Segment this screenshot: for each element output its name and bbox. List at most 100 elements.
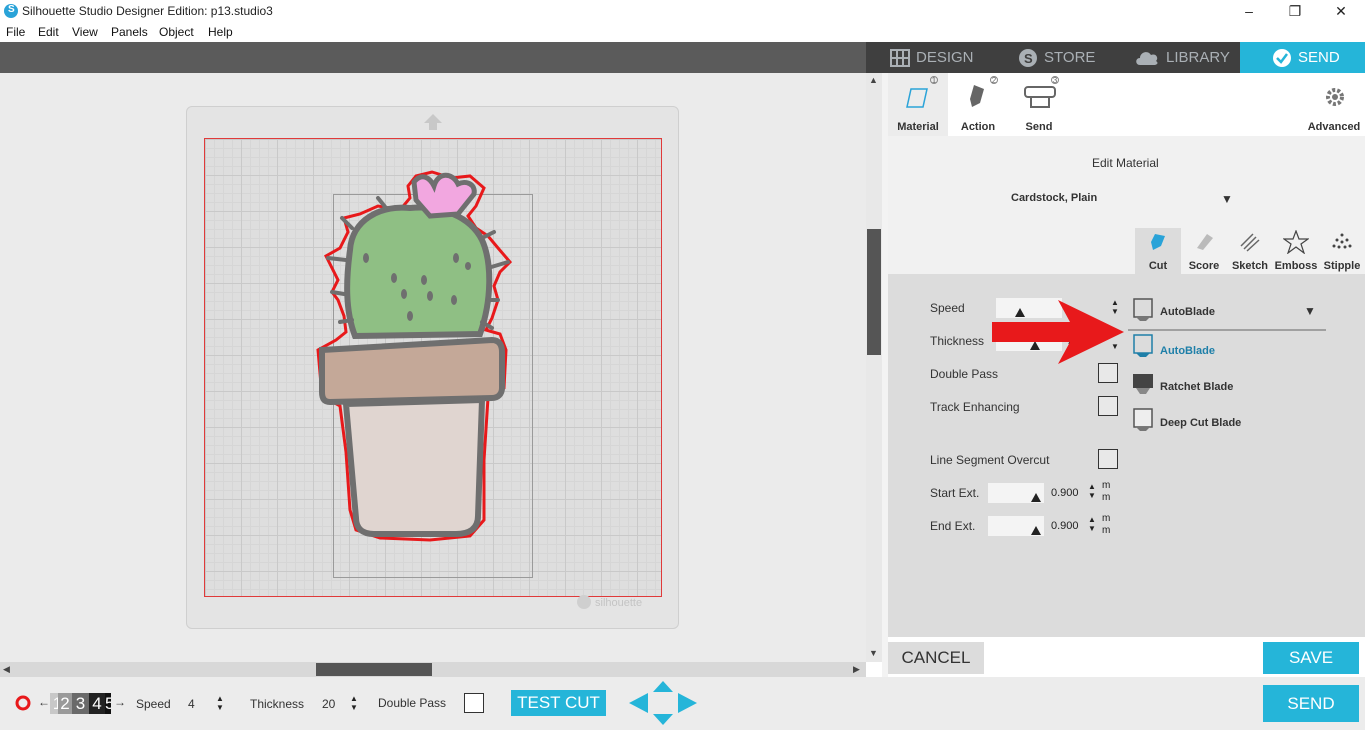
deep-cut-blade-icon bbox=[1133, 408, 1153, 431]
menu-view[interactable]: View bbox=[72, 25, 98, 39]
maximize-button[interactable]: ❐ bbox=[1272, 0, 1318, 22]
tool-sketch-label: Sketch bbox=[1231, 260, 1269, 272]
start-ext-spinner[interactable]: ▲ ▼ bbox=[1088, 482, 1096, 500]
cactus-artwork[interactable] bbox=[0, 73, 866, 662]
tool-prev-arrow[interactable]: ← bbox=[38, 695, 50, 709]
menu-edit[interactable]: Edit bbox=[38, 25, 59, 39]
step-advanced-label: Advanced bbox=[1307, 121, 1361, 133]
tool-cut[interactable]: Cut bbox=[1135, 228, 1181, 274]
bottom-thickness-spinner[interactable]: ▲ ▼ bbox=[350, 694, 358, 712]
tool-next-arrow[interactable]: → bbox=[114, 695, 126, 709]
end-ext-unit: mm bbox=[1102, 513, 1111, 536]
score-icon bbox=[1197, 234, 1213, 250]
bottom-thickness-input[interactable]: 20 bbox=[318, 694, 348, 714]
vertical-scroll-thumb[interactable] bbox=[867, 229, 881, 355]
material-dropdown-icon[interactable]: ▼ bbox=[1221, 192, 1233, 206]
tool-stipple[interactable]: Stipple bbox=[1319, 228, 1365, 274]
stipple-icon bbox=[1332, 233, 1352, 249]
close-button[interactable]: ✕ bbox=[1318, 0, 1364, 22]
step-advanced[interactable]: Advanced bbox=[1304, 73, 1364, 136]
bottom-speed-spinner[interactable]: ▲ ▼ bbox=[216, 694, 224, 712]
tool-stipple-label: Stipple bbox=[1323, 260, 1361, 272]
material-select[interactable]: Cardstock, Plain bbox=[1011, 192, 1097, 204]
menu-panels[interactable]: Panels bbox=[111, 25, 148, 39]
tab-send-label: SEND bbox=[1298, 49, 1340, 66]
tool-4[interactable]: 4 bbox=[89, 693, 105, 714]
line-segment-overcut-checkbox[interactable] bbox=[1098, 449, 1118, 469]
sketch-icon bbox=[1240, 233, 1260, 252]
start-ext-label: Start Ext. bbox=[930, 486, 980, 500]
double-pass-label: Double Pass bbox=[930, 367, 999, 381]
move-pad[interactable] bbox=[628, 680, 698, 726]
vertical-scrollbar[interactable]: ▲ ▼ bbox=[866, 73, 882, 662]
menu-file[interactable]: File bbox=[6, 25, 25, 39]
blade-option-autoblade-label: AutoBlade bbox=[1160, 345, 1215, 357]
gear-icon bbox=[1326, 88, 1344, 106]
tool-3[interactable]: 3 bbox=[72, 693, 89, 714]
tool-sketch[interactable]: Sketch bbox=[1227, 228, 1273, 274]
start-ext-unit: mm bbox=[1102, 480, 1111, 503]
start-ext-slider-thumb[interactable] bbox=[1031, 493, 1041, 502]
cancel-button[interactable]: CANCEL bbox=[888, 642, 984, 674]
tool-cut-label: Cut bbox=[1148, 260, 1168, 272]
start-ext-value: 0.900 bbox=[1051, 487, 1079, 499]
menu-object[interactable]: Object bbox=[159, 25, 194, 39]
move-left-icon[interactable] bbox=[629, 693, 648, 713]
end-ext-spinner[interactable]: ▲ ▼ bbox=[1088, 515, 1096, 533]
minimize-button[interactable]: – bbox=[1226, 0, 1272, 22]
test-cut-button[interactable]: TEST CUT bbox=[511, 690, 606, 716]
step-send[interactable]: 3 Send bbox=[1009, 73, 1069, 136]
record-circle-icon[interactable] bbox=[14, 694, 32, 712]
bottom-thickness-label: Thickness bbox=[250, 697, 305, 711]
step-material-label: Material bbox=[897, 121, 939, 133]
svg-text:S: S bbox=[1024, 51, 1033, 66]
blade-dropdown[interactable]: AutoBlade ▼ bbox=[1128, 294, 1326, 331]
end-ext-slider-thumb[interactable] bbox=[1031, 526, 1041, 535]
double-pass-checkbox[interactable] bbox=[1098, 363, 1118, 383]
save-button[interactable]: SAVE bbox=[1263, 642, 1359, 674]
tool-emboss[interactable]: Emboss bbox=[1273, 228, 1319, 274]
step-send-label: Send bbox=[1025, 121, 1053, 133]
tab-send[interactable]: SEND bbox=[1240, 42, 1365, 73]
step-material[interactable]: 1 Material bbox=[888, 73, 948, 136]
title-bar: Silhouette Studio Designer Edition: p13.… bbox=[0, 0, 1365, 22]
canvas-toolbar-strip bbox=[0, 42, 866, 73]
star-icon bbox=[1283, 230, 1309, 254]
scroll-up-icon[interactable]: ▲ bbox=[869, 75, 878, 85]
scroll-left-icon[interactable]: ◀ bbox=[3, 664, 10, 675]
tab-design-label: DESIGN bbox=[916, 49, 974, 66]
scroll-down-icon[interactable]: ▼ bbox=[869, 648, 878, 658]
tool-score[interactable]: Score bbox=[1181, 228, 1227, 274]
tool-2[interactable]: 2 bbox=[58, 693, 72, 714]
tab-library-label: LIBRARY bbox=[1166, 49, 1230, 66]
tool-5[interactable]: 5 bbox=[105, 693, 111, 714]
tab-library[interactable]: LIBRARY bbox=[1134, 42, 1244, 73]
tab-store[interactable]: S STORE bbox=[1018, 42, 1118, 73]
move-up-icon[interactable] bbox=[653, 681, 673, 692]
move-right-icon[interactable] bbox=[678, 693, 697, 713]
track-enhancing-checkbox[interactable] bbox=[1098, 396, 1118, 416]
speed-label: Speed bbox=[930, 301, 965, 315]
blade-dropdown-icon[interactable]: ▼ bbox=[1304, 304, 1316, 318]
window-title: Silhouette Studio Designer Edition: p13.… bbox=[22, 4, 273, 18]
scroll-right-icon[interactable]: ▶ bbox=[853, 664, 860, 675]
design-canvas[interactable]: silhouette bbox=[0, 73, 866, 662]
menu-help[interactable]: Help bbox=[208, 25, 233, 39]
end-ext-label: End Ext. bbox=[930, 519, 976, 533]
move-down-icon[interactable] bbox=[653, 714, 673, 725]
bottom-speed-input[interactable]: 4 bbox=[184, 694, 214, 714]
cloud-icon bbox=[1136, 52, 1158, 66]
horizontal-scrollbar[interactable]: ◀ ▶ bbox=[0, 662, 866, 677]
blade-option-ratchet-label: Ratchet Blade bbox=[1160, 381, 1234, 393]
menu-bar: File Edit View Panels Object Help bbox=[0, 22, 1365, 42]
horizontal-scroll-thumb[interactable] bbox=[316, 663, 432, 676]
bottom-double-pass-checkbox[interactable] bbox=[464, 693, 484, 713]
tab-design[interactable]: DESIGN bbox=[890, 42, 990, 73]
tool-tabs: Cut Score Sketch Emboss Stipple bbox=[1135, 228, 1365, 274]
track-enhancing-label: Track Enhancing bbox=[930, 400, 1020, 414]
edit-material-link[interactable]: Edit Material bbox=[1092, 156, 1159, 170]
silhouette-s-icon: S bbox=[1019, 49, 1037, 68]
line-segment-overcut-label: Line Segment Overcut bbox=[930, 453, 1050, 467]
send-button[interactable]: SEND bbox=[1263, 685, 1359, 722]
step-action[interactable]: 2 Action bbox=[948, 73, 1008, 136]
